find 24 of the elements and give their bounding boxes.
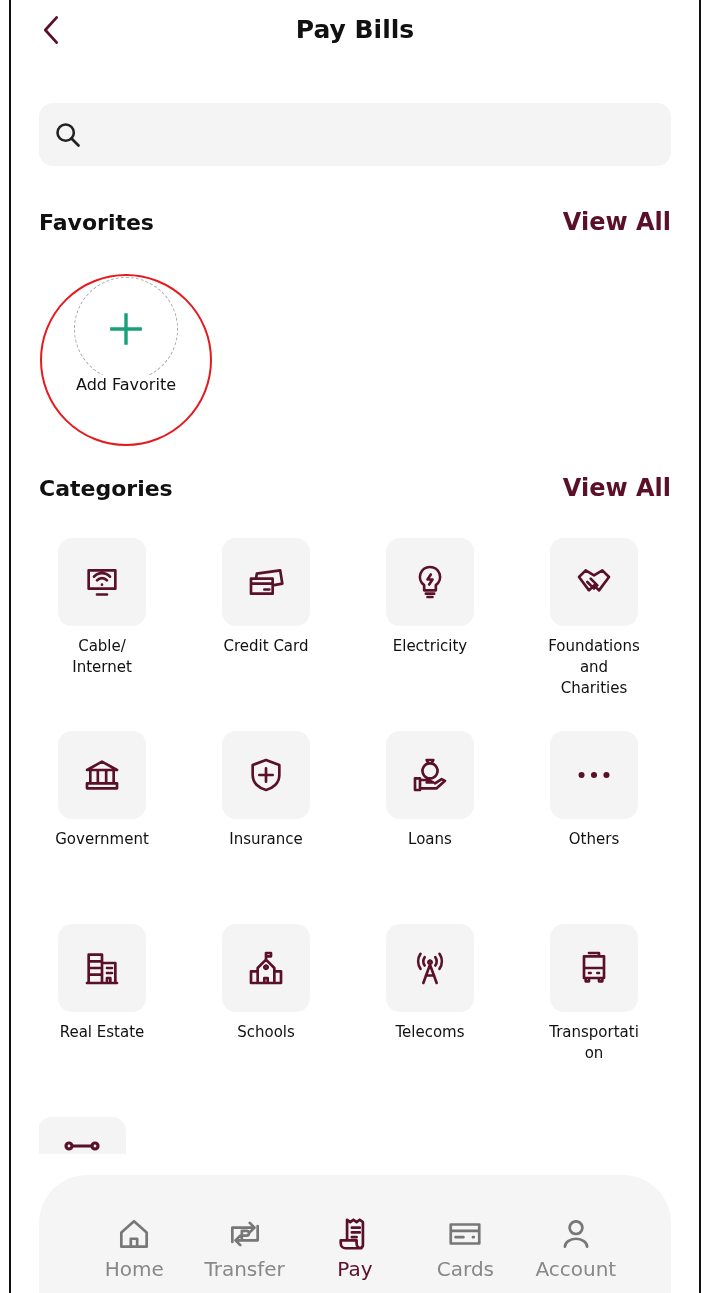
page-title: Pay Bills	[295, 14, 415, 44]
category-item[interactable]: Insurance	[202, 731, 330, 924]
category-item[interactable]: Government	[39, 731, 166, 924]
view-all-link[interactable]: View All	[562, 474, 671, 502]
category-icon	[64, 1141, 100, 1151]
tab-item[interactable]: Pay	[299, 1175, 411, 1293]
view-all-link[interactable]: View All	[562, 208, 671, 236]
category-item[interactable]: Real Estate	[39, 924, 166, 1117]
category-item[interactable]: Electricity	[366, 538, 494, 731]
category-item[interactable]: Cable/ Internet	[39, 538, 166, 731]
back-icon[interactable]	[43, 15, 59, 45]
search-icon	[54, 120, 82, 149]
category-item[interactable]: Credit Card	[202, 538, 330, 731]
plus-icon	[109, 312, 143, 346]
category-item[interactable]: Transportation	[530, 924, 658, 1117]
category-item[interactable]: Others	[530, 731, 658, 924]
category-item[interactable]: Loans	[366, 731, 494, 924]
section-title: Favorites	[39, 209, 154, 235]
search-field[interactable]	[39, 103, 671, 166]
category-item[interactable]: Telecoms	[366, 924, 494, 1117]
category-item[interactable]: Schools	[202, 924, 330, 1117]
section-title: Categories	[39, 475, 173, 501]
category-item[interactable]: Foundations and Charities	[530, 538, 658, 731]
dots-icon	[578, 771, 610, 779]
